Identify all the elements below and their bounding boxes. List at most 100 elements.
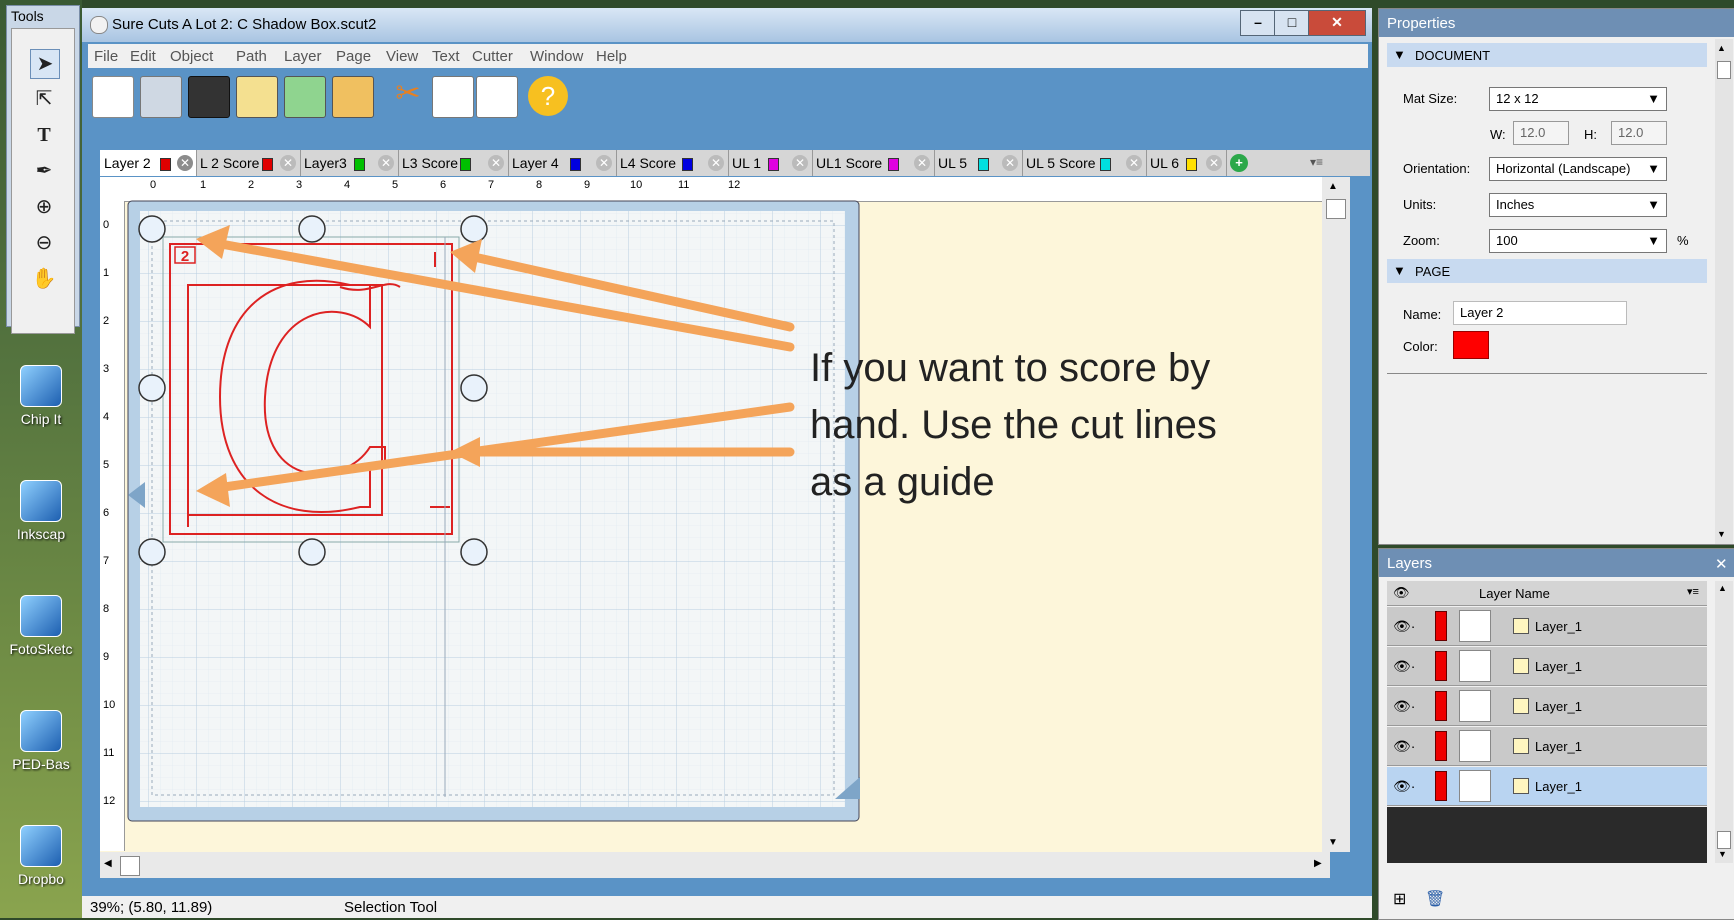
- tab-l4-score[interactable]: L4 Score ✕: [616, 150, 729, 176]
- close-tab-icon[interactable]: ✕: [280, 155, 296, 171]
- eye-icon[interactable]: 👁·: [1393, 618, 1415, 635]
- close-tab-icon[interactable]: ✕: [378, 155, 394, 171]
- maximize-button[interactable]: □: [1274, 10, 1310, 36]
- menu-text[interactable]: Text: [432, 48, 460, 65]
- cut-scissors-icon[interactable]: ✂: [388, 76, 428, 116]
- eye-icon[interactable]: 👁·: [1393, 658, 1415, 675]
- scale-handle-bottom-right-icon[interactable]: [460, 538, 488, 566]
- menu-view[interactable]: View: [386, 48, 418, 65]
- new-document-icon[interactable]: [92, 76, 134, 118]
- horizontal-scrollbar[interactable]: ◀ ▶: [100, 852, 1330, 878]
- rotate-handle-bottom-left-icon[interactable]: [138, 538, 166, 566]
- close-tab-icon[interactable]: ✕: [177, 155, 193, 171]
- vertical-scroll-thumb[interactable]: [1326, 199, 1346, 219]
- add-layer-icon[interactable]: ⊞: [1393, 889, 1406, 909]
- layers-menu-icon[interactable]: ▾≡: [1687, 585, 1699, 598]
- resize-handle-right-icon[interactable]: [460, 374, 488, 402]
- vertical-scrollbar[interactable]: ▲ ▼: [1322, 177, 1350, 852]
- tab-layer3[interactable]: Layer3 ✕: [300, 150, 399, 176]
- tab-ul-6[interactable]: UL 6 ✕: [1146, 150, 1227, 176]
- tab-ul-5[interactable]: UL 5 ✕: [934, 150, 1023, 176]
- resize-handle-left-icon[interactable]: [138, 374, 166, 402]
- page-name-field[interactable]: Layer 2: [1453, 301, 1627, 325]
- scroll-up-icon[interactable]: ▲: [1328, 181, 1338, 192]
- horizontal-scroll-thumb[interactable]: [120, 856, 140, 876]
- rotate-handle-top-right-icon[interactable]: [460, 215, 488, 243]
- layer-row-selected[interactable]: 👁· Layer_1: [1387, 767, 1707, 806]
- layer-row[interactable]: 👁· Layer_1: [1387, 647, 1707, 686]
- properties-scroll-thumb[interactable]: [1717, 61, 1731, 79]
- scroll-down-icon[interactable]: ▼: [1718, 849, 1727, 859]
- tab-l2-score[interactable]: L 2 Score ✕: [196, 150, 301, 176]
- close-tab-icon[interactable]: ✕: [1206, 155, 1222, 171]
- menu-cutter[interactable]: Cutter: [472, 48, 513, 65]
- import-image-icon[interactable]: [284, 76, 326, 118]
- close-window-button[interactable]: ✕: [1308, 10, 1366, 36]
- text-tool-icon[interactable]: T: [30, 121, 58, 149]
- height-field[interactable]: 12.0: [1611, 121, 1667, 145]
- close-panel-icon[interactable]: ✕: [1715, 555, 1728, 573]
- menu-object[interactable]: Object: [170, 48, 213, 65]
- close-tab-icon[interactable]: ✕: [1002, 155, 1018, 171]
- tab-ul-1[interactable]: UL 1 ✕: [728, 150, 813, 176]
- page-section-header[interactable]: ▼ PAGE: [1387, 259, 1707, 283]
- close-tab-icon[interactable]: ✕: [488, 155, 504, 171]
- zoom-out-icon[interactable]: ⊖: [30, 229, 58, 257]
- page-color-swatch[interactable]: [1453, 331, 1489, 359]
- desktop-icon-fotosketcher[interactable]: FotoSketc: [2, 595, 80, 657]
- open-folder-icon[interactable]: [140, 76, 182, 118]
- layer-row[interactable]: 👁· Layer_1: [1387, 727, 1707, 766]
- desktop-icon-ped-basic[interactable]: PED-Bas: [2, 710, 80, 772]
- menu-window[interactable]: Window: [530, 48, 583, 65]
- layer-row[interactable]: 👁· Layer_1: [1387, 607, 1707, 646]
- menu-file[interactable]: File: [94, 48, 118, 65]
- eye-icon[interactable]: 👁·: [1393, 778, 1415, 795]
- tab-layer-2[interactable]: Layer 2 ✕: [100, 150, 197, 176]
- document-section-header[interactable]: ▼ DOCUMENT: [1387, 43, 1707, 67]
- scroll-up-icon[interactable]: ▲: [1718, 583, 1727, 593]
- layers-scrollbar[interactable]: ▲ ▼: [1715, 581, 1733, 863]
- tab-ul-5-score[interactable]: UL 5 Score ✕: [1022, 150, 1147, 176]
- menu-help[interactable]: Help: [596, 48, 627, 65]
- preview-icon[interactable]: [432, 76, 474, 118]
- scroll-left-icon[interactable]: ◀: [104, 858, 112, 869]
- save-icon[interactable]: [188, 76, 230, 118]
- desktop-icon-dropbox[interactable]: Dropbo: [2, 825, 80, 887]
- menu-page[interactable]: Page: [336, 48, 371, 65]
- shapes-icon[interactable]: [332, 76, 374, 118]
- menu-layer[interactable]: Layer: [284, 48, 322, 65]
- close-tab-icon[interactable]: ✕: [914, 155, 930, 171]
- design-surface[interactable]: 2: [100, 177, 1322, 852]
- import-svg-icon[interactable]: [236, 76, 278, 118]
- add-tab-icon[interactable]: +: [1230, 154, 1248, 172]
- selection-tool-icon[interactable]: ➤: [30, 49, 60, 79]
- layer-row[interactable]: 👁· Layer_1: [1387, 687, 1707, 726]
- mat-size-select[interactable]: 12 x 12 ▼: [1489, 87, 1667, 111]
- menu-path[interactable]: Path: [236, 48, 267, 65]
- width-field[interactable]: 12.0: [1513, 121, 1569, 145]
- scroll-right-icon[interactable]: ▶: [1314, 858, 1322, 869]
- units-select[interactable]: Inches ▼: [1489, 193, 1667, 217]
- move-handle-icon[interactable]: [138, 215, 166, 243]
- hand-tool-icon[interactable]: ✋: [30, 265, 58, 293]
- close-tab-icon[interactable]: ✕: [596, 155, 612, 171]
- menu-edit[interactable]: Edit: [130, 48, 156, 65]
- scroll-up-icon[interactable]: ▲: [1717, 43, 1726, 53]
- print-preview-icon[interactable]: [476, 76, 518, 118]
- zoom-select[interactable]: 100 ▼: [1489, 229, 1667, 253]
- minimize-button[interactable]: –: [1240, 10, 1276, 36]
- resize-handle-bottom-icon[interactable]: [298, 538, 326, 566]
- tab-ul1-score[interactable]: UL1 Score ✕: [812, 150, 935, 176]
- pen-tool-icon[interactable]: ✒: [30, 157, 58, 185]
- tabs-menu-icon[interactable]: ▾≡: [1310, 155, 1323, 169]
- properties-scrollbar[interactable]: ▲ ▼: [1715, 39, 1733, 544]
- scroll-down-icon[interactable]: ▼: [1717, 529, 1726, 539]
- delete-layer-icon[interactable]: 🗑: [1425, 889, 1445, 909]
- desktop-icon-chip-it[interactable]: Chip It: [2, 365, 80, 427]
- zoom-in-icon[interactable]: ⊕: [30, 193, 58, 221]
- node-edit-tool-icon[interactable]: ⇱: [30, 85, 58, 113]
- orientation-select[interactable]: Horizontal (Landscape) ▼: [1489, 157, 1667, 181]
- close-tab-icon[interactable]: ✕: [1126, 155, 1142, 171]
- eye-icon[interactable]: 👁·: [1393, 698, 1415, 715]
- layers-scroll-thumb[interactable]: [1717, 831, 1731, 849]
